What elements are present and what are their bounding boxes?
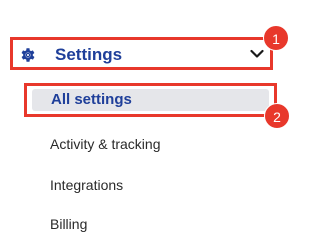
sidebar-item-billing[interactable]: Billing [50,215,87,233]
settings-nav-panel: Settings All settings Activity & trackin… [0,0,300,244]
annotation-badge-1: 1 [263,25,289,51]
annotation-badge-2: 2 [264,103,290,129]
sidebar-item-activity-tracking[interactable]: Activity & tracking [50,135,160,153]
sidebar-item-label: Activity & tracking [50,136,161,152]
sidebar-item-label: Integrations [50,177,124,193]
sidebar-item-label: Billing [50,216,88,232]
gear-icon [21,48,35,62]
chevron-down-icon[interactable] [250,49,264,59]
settings-section-label: Settings [55,45,123,64]
sidebar-item-label: All settings [51,91,132,108]
sidebar-item-all-settings[interactable]: All settings [24,83,277,117]
sidebar-item-integrations[interactable]: Integrations [50,176,123,194]
settings-section-header[interactable]: Settings [10,37,273,70]
